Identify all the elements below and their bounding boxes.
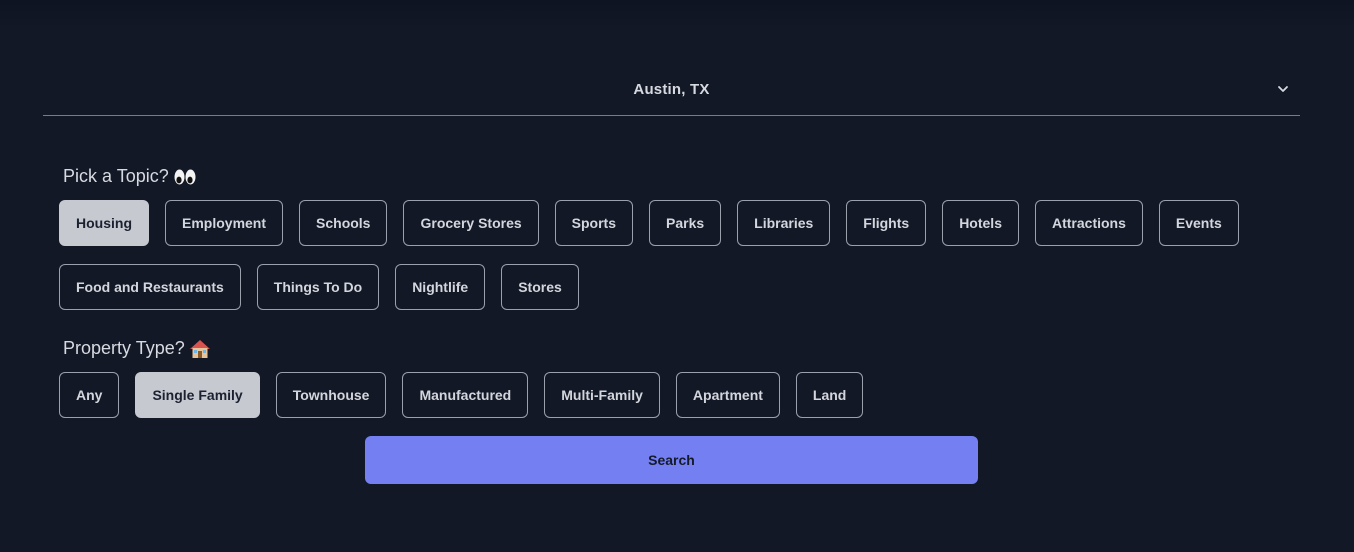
topic-chip-stores[interactable]: Stores [501,264,579,310]
topic-chip-schools[interactable]: Schools [299,200,388,246]
chevron-down-icon[interactable] [1276,82,1290,96]
topic-chip-employment[interactable]: Employment [165,200,284,246]
property-chip-manufactured[interactable]: Manufactured [402,372,529,418]
search-button[interactable]: Search [365,436,978,484]
topic-chip-sports[interactable]: Sports [554,200,633,246]
topic-chip-grocery-stores[interactable]: Grocery Stores [403,200,539,246]
property-chip-townhouse[interactable]: Townhouse [275,372,387,418]
topic-row: Housing Employment Schools Grocery Stores Sp… [59,200,1239,246]
topic-chip-attractions[interactable]: Attractions [1034,200,1143,246]
topic-label-text: Pick a Topic? [63,166,169,186]
topic-section-label: Pick a Topic? [63,166,197,187]
topic-chip-housing[interactable]: Housing [59,200,149,246]
location-select[interactable]: Austin, TX [43,63,1300,116]
location-value: Austin, TX [633,80,710,98]
topic-chip-flights[interactable]: Flights [846,200,927,246]
property-section-label: Property Type? [63,338,211,359]
page: Austin, TX Pick a Topic? Housing Employme… [0,0,1354,552]
eyes-icon [173,168,197,186]
property-chip-multi-family[interactable]: Multi-Family [544,372,660,418]
topic-chip-parks[interactable]: Parks [649,200,722,246]
topic-row: Food and Restaurants Things To Do Nightlif… [59,264,579,310]
topic-chip-hotels[interactable]: Hotels [942,200,1019,246]
property-type-row: Any Single Family Townhouse Manufactured Mul… [59,372,864,418]
property-label-text: Property Type? [63,338,185,358]
topic-chip-things-to-do[interactable]: Things To Do [256,264,380,310]
topic-chip-food-and-restaurants[interactable]: Food and Restaurants [59,264,241,310]
topic-chip-libraries[interactable]: Libraries [737,200,831,246]
topic-chip-events[interactable]: Events [1158,200,1239,246]
topic-chip-nightlife[interactable]: Nightlife [395,264,486,310]
property-chip-apartment[interactable]: Apartment [675,372,780,418]
property-chip-single-family[interactable]: Single Family [135,372,260,418]
house-icon [189,339,211,359]
property-chip-any[interactable]: Any [59,372,120,418]
property-chip-land[interactable]: Land [795,372,864,418]
